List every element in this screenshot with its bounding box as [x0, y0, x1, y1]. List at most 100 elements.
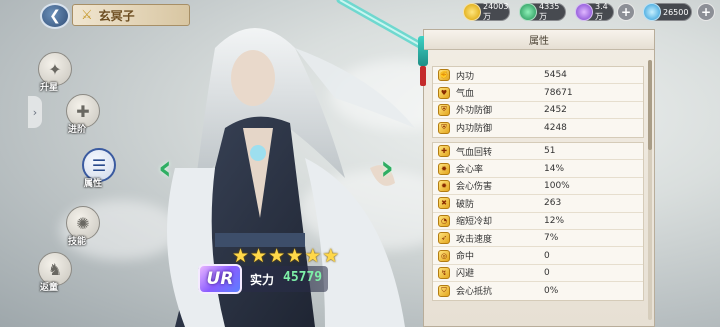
attr-row: ⛨ 内功防御 4248 [433, 119, 643, 136]
basic-attributes: ✊ 内功 5454 ♥ 气血 78671 ⛨ 外功防御 2452 ⛨ 内功防御 … [432, 66, 644, 138]
purple-resource: 3.4万 [575, 2, 614, 21]
star-icon: ★ [250, 245, 268, 267]
panel-title: 属性 [529, 36, 549, 47]
attr-name: 闪避 [456, 269, 475, 280]
crit-damage-icon: ✹ [438, 179, 450, 192]
attr-row: ✚ 气血回转 51 [433, 143, 643, 161]
attr-value: 14% [544, 163, 565, 174]
attr-row: ✹ 会心伤害 100% [433, 178, 643, 196]
add-diamond-button[interactable]: + [697, 3, 715, 21]
menu-rejuvenate[interactable]: ♞ 返童 [36, 250, 80, 294]
attr-name: 内功防御 [456, 124, 493, 135]
menu-advance[interactable]: ✚ 进阶 [64, 92, 108, 136]
jade-icon [519, 3, 537, 21]
attributes-panel: 属性 ✊ 内功 5454 ♥ 气血 78671 ⛨ 外功防御 2452 ⛨ 内功… [418, 29, 655, 327]
menu-skills[interactable]: ✺ 技能 [64, 204, 108, 248]
attr-name: 命中 [456, 252, 475, 263]
attr-row: ✊ 内功 5454 [433, 67, 643, 85]
heart-icon: ♥ [438, 86, 450, 99]
attr-name: 内功 [456, 71, 475, 82]
attr-name: 破防 [456, 199, 475, 210]
attr-value: 2452 [544, 104, 567, 115]
menu-star-up-label: 升星 [40, 83, 59, 93]
character-name: 玄冥子 [98, 8, 135, 23]
attr-row: ◔ 缩短冷却 12% [433, 213, 643, 230]
rarity-badge: UR [198, 264, 242, 294]
menu-attributes[interactable]: ☰ 属性 [80, 146, 124, 190]
hit-icon: ◎ [438, 249, 450, 262]
attr-row: ↯ 闪避 0 [433, 265, 643, 283]
red-tassel [420, 66, 426, 86]
shield-icon: ⛨ [438, 121, 450, 134]
menu-star-up[interactable]: ✦ 升星 [36, 50, 80, 94]
side-collapse-tab[interactable]: › [28, 96, 42, 128]
power-value: 45779 [283, 270, 323, 285]
attr-name: 缩短冷却 [456, 217, 493, 228]
attr-row: ♥ 气血 78671 [433, 84, 643, 102]
attr-row: ◎ 命中 0 [433, 247, 643, 265]
tab-attributes[interactable]: 属性 [424, 30, 654, 50]
sword-icon: ⚔ [81, 7, 93, 23]
diamond-icon [643, 3, 661, 21]
menu-attributes-label: 属性 [84, 179, 103, 189]
star-icon: ★ [304, 245, 322, 267]
break-icon: ✖ [438, 197, 450, 210]
attr-name: 会心伤害 [456, 182, 493, 193]
menu-skills-label: 技能 [68, 237, 87, 247]
gold-resource: 24003万 [463, 2, 510, 21]
attr-value: 7% [544, 233, 559, 244]
power-label: 实力 [250, 273, 275, 287]
character-name-banner: ⚔ 玄冥子 [72, 4, 190, 26]
attr-name: 攻击速度 [456, 234, 493, 245]
shield-icon: ⛨ [438, 103, 450, 116]
attr-name: 气血 [456, 89, 475, 100]
crit-icon: ✸ [438, 162, 450, 175]
star-icon: ★ [322, 245, 340, 267]
attr-value: 4248 [544, 122, 567, 133]
add-purple-button[interactable]: + [617, 3, 635, 21]
attr-name: 会心率 [456, 165, 484, 176]
attr-value: 78671 [544, 87, 573, 98]
attr-name: 会心抵抗 [456, 287, 493, 298]
attr-row: ✸ 会心率 14% [433, 160, 643, 178]
crit-resist-icon: ⛉ [438, 284, 450, 297]
cooldown-icon: ◔ [438, 214, 450, 227]
panel-scrollbar-thumb[interactable] [648, 60, 652, 150]
star-rating: ★ ★ ★ ★ ★ ★ [232, 245, 339, 267]
purple-orb-icon [575, 3, 593, 21]
jade-value: 4335万 [539, 2, 560, 21]
attack-icon: ✊ [438, 69, 450, 82]
attr-name: 气血回转 [456, 147, 493, 158]
attr-row: ⛉ 会心抵抗 0% [433, 282, 643, 299]
attr-value: 0 [544, 250, 550, 261]
attr-row: ⛨ 外功防御 2452 [433, 102, 643, 120]
attr-row: ➶ 攻击速度 7% [433, 230, 643, 248]
attr-value: 51 [544, 146, 556, 157]
diamond-value: 26500 [663, 7, 689, 17]
previous-character-arrow[interactable]: ‹ [158, 148, 172, 188]
advanced-attributes: ✚ 气血回转 51 ✸ 会心率 14% ✹ 会心伤害 100% ✖ 破防 263… [432, 142, 644, 301]
star-icon: ★ [286, 245, 304, 267]
regen-icon: ✚ [438, 145, 450, 158]
attr-value: 263 [544, 198, 562, 209]
rarity-text: UR [206, 269, 234, 289]
attr-value: 5454 [544, 70, 567, 81]
attr-value: 100% [544, 180, 570, 191]
back-arrow-icon: ❮ [49, 8, 61, 24]
menu-advance-label: 进阶 [68, 125, 87, 135]
attr-name: 外功防御 [456, 106, 493, 117]
next-character-arrow[interactable]: › [380, 148, 394, 188]
attr-value: 0% [544, 285, 559, 296]
gold-value: 24003万 [483, 2, 509, 21]
attr-row: ✖ 破防 263 [433, 195, 643, 213]
purple-value: 3.4万 [595, 2, 608, 21]
attr-value: 0 [544, 267, 550, 278]
star-icon: ★ [268, 245, 286, 267]
speed-icon: ➶ [438, 232, 450, 245]
jade-resource: 4335万 [519, 2, 566, 21]
dodge-icon: ↯ [438, 266, 450, 279]
attr-value: 12% [544, 215, 565, 226]
gold-coin-icon [463, 3, 481, 21]
menu-rejuvenate-label: 返童 [40, 283, 59, 293]
back-button[interactable]: ❮ [40, 3, 70, 29]
